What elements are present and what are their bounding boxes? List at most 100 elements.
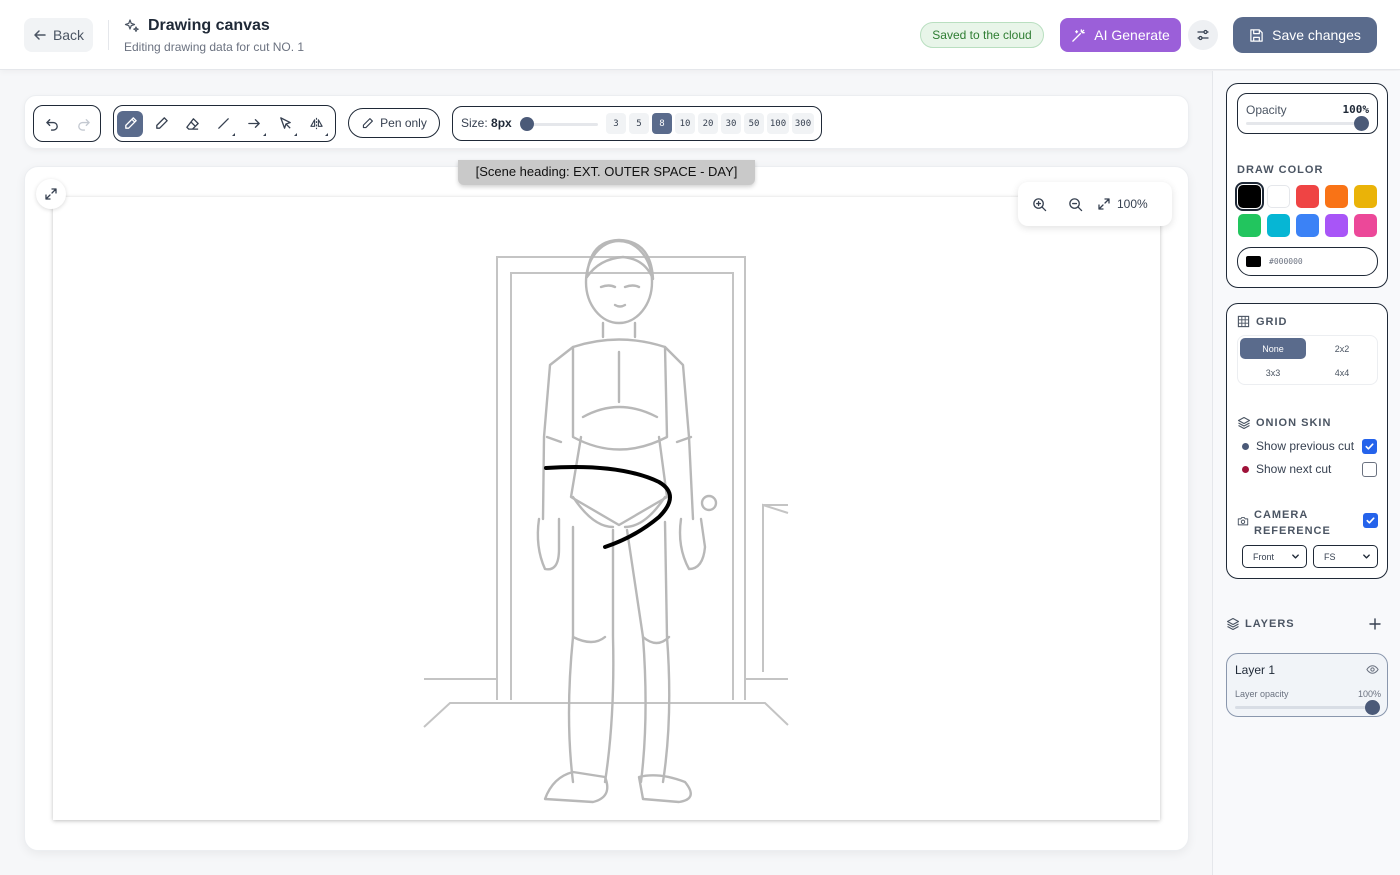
hex-color-input[interactable]: #000000 — [1237, 247, 1378, 276]
layer-opacity-track[interactable] — [1235, 706, 1372, 709]
previous-cut-dot — [1242, 443, 1249, 450]
size-chip-50[interactable]: 50 — [744, 113, 764, 134]
size-chip-8[interactable]: 8 — [652, 113, 672, 134]
size-chip-100[interactable]: 100 — [767, 113, 789, 134]
canvas-drawing[interactable] — [53, 197, 1160, 820]
background-guide — [423, 256, 789, 728]
show-previous-cut-label: Show previous cut — [1256, 439, 1355, 453]
header-divider — [108, 20, 109, 50]
camera-icon — [1237, 517, 1249, 526]
opacity-slider-track[interactable] — [1246, 122, 1368, 125]
pen-tool-button[interactable] — [117, 110, 143, 137]
next-cut-dot — [1242, 466, 1249, 473]
page-subtitle: Editing drawing data for cut NO. 1 — [124, 40, 305, 54]
layer-item[interactable]: Layer 1 Layer opacity 100% — [1226, 653, 1388, 717]
ai-generate-button[interactable]: AI Generate — [1060, 18, 1181, 52]
redo-button[interactable] — [70, 111, 96, 137]
history-group — [33, 105, 101, 142]
size-slider-thumb[interactable] — [520, 117, 534, 131]
color-swatch-yellow[interactable] — [1354, 185, 1377, 208]
settings-button[interactable] — [1188, 20, 1218, 50]
undo-button[interactable] — [39, 111, 65, 137]
opacity-label: Opacity — [1246, 103, 1287, 117]
hex-color-value: #000000 — [1269, 257, 1303, 266]
size-chip-30[interactable]: 30 — [721, 113, 741, 134]
color-swatch-orange[interactable] — [1325, 185, 1348, 208]
eraser-tool-button[interactable] — [179, 111, 205, 137]
color-swatch-cyan[interactable] — [1267, 214, 1290, 237]
layer-opacity-value: 100% — [1357, 689, 1381, 699]
drawing-toolbar: Pen only Size: 8px 3 5 8 10 20 30 50 100… — [24, 95, 1189, 149]
grid-option-4x4[interactable]: 4x4 — [1309, 362, 1375, 383]
show-previous-cut-checkbox[interactable] — [1362, 439, 1377, 454]
pen-icon — [124, 117, 137, 129]
ai-generate-label: AI Generate — [1094, 27, 1170, 43]
save-status-badge: Saved to the cloud — [920, 22, 1044, 48]
save-changes-button[interactable]: Save changes — [1233, 17, 1377, 53]
drawing-canvas[interactable] — [53, 197, 1160, 820]
color-swatch-purple[interactable] — [1325, 214, 1348, 237]
onion-skin-heading: ONION SKIN — [1256, 417, 1332, 429]
color-swatch-green[interactable] — [1238, 214, 1261, 237]
size-chip-300[interactable]: 300 — [792, 113, 814, 134]
opacity-control: Opacity 100% — [1237, 93, 1378, 134]
color-swatch-blue[interactable] — [1296, 214, 1319, 237]
zoom-out-button[interactable] — [1057, 186, 1093, 222]
camera-angle-select[interactable]: Front — [1242, 545, 1307, 568]
select-tool-button[interactable] — [272, 111, 298, 137]
add-layer-button[interactable] — [1365, 614, 1385, 634]
submenu-indicator — [294, 132, 297, 136]
zoom-out-icon — [1068, 197, 1082, 211]
scene-heading-tag: [Scene heading: EXT. OUTER SPACE - DAY] — [458, 160, 755, 185]
chevron-down-icon — [1292, 554, 1299, 559]
camera-reference-heading: CAMERA REFERENCE — [1254, 507, 1331, 539]
cursor-icon — [279, 117, 291, 129]
color-swatch-red[interactable] — [1296, 185, 1319, 208]
camera-shot-select[interactable]: FS — [1313, 545, 1378, 568]
size-chip-20[interactable]: 20 — [698, 113, 718, 134]
zoom-level: 100% — [1117, 197, 1148, 211]
size-slider-track[interactable] — [523, 123, 598, 126]
size-chip-10[interactable]: 10 — [675, 113, 695, 134]
grid-option-none[interactable]: None — [1240, 338, 1306, 359]
size-label: Size: — [461, 116, 488, 130]
mirror-tool-button[interactable] — [303, 111, 329, 137]
show-next-cut-checkbox[interactable] — [1362, 462, 1377, 477]
color-swatch-black[interactable] — [1235, 182, 1264, 211]
eraser-icon — [185, 118, 199, 130]
undo-icon — [45, 119, 58, 131]
page-title: Drawing canvas — [148, 17, 270, 34]
color-swatch-white[interactable] — [1267, 185, 1290, 208]
opacity-slider-thumb[interactable] — [1354, 116, 1369, 131]
size-readout: Size: 8px — [461, 116, 512, 130]
opacity-value: 100% — [1342, 103, 1370, 116]
expand-icon — [1098, 198, 1110, 210]
pen-only-toggle[interactable]: Pen only — [348, 108, 440, 138]
zoom-fit-button[interactable]: 100% — [1097, 197, 1148, 211]
camera-reference-line2: REFERENCE — [1254, 525, 1331, 537]
chevron-down-icon — [1363, 554, 1370, 559]
layers-icon — [1226, 617, 1240, 631]
sparkles-icon — [124, 19, 139, 32]
pencil-tool-button[interactable] — [148, 111, 174, 137]
line-tool-button[interactable] — [210, 111, 236, 137]
size-chip-5[interactable]: 5 — [629, 113, 649, 134]
grid-option-3x3[interactable]: 3x3 — [1240, 362, 1306, 383]
grid-option-2x2[interactable]: 2x2 — [1309, 338, 1375, 359]
arrow-tool-button[interactable] — [241, 111, 267, 137]
grid-icon — [1237, 315, 1250, 328]
plus-icon — [1369, 618, 1381, 630]
zoom-in-button[interactable] — [1021, 186, 1057, 222]
layer-visibility-toggle[interactable] — [1366, 663, 1379, 676]
magic-wand-icon — [1072, 28, 1086, 42]
back-button[interactable]: Back — [24, 18, 93, 52]
camera-reference-line1: CAMERA — [1254, 509, 1309, 521]
save-changes-label: Save changes — [1272, 27, 1361, 43]
layer-opacity-thumb[interactable] — [1365, 700, 1380, 715]
fullscreen-button[interactable] — [36, 179, 66, 209]
size-value: 8px — [491, 116, 512, 130]
size-chip-3[interactable]: 3 — [606, 113, 626, 134]
camera-reference-checkbox[interactable] — [1363, 513, 1378, 528]
tools-group — [113, 105, 336, 142]
color-swatch-pink[interactable] — [1354, 214, 1377, 237]
